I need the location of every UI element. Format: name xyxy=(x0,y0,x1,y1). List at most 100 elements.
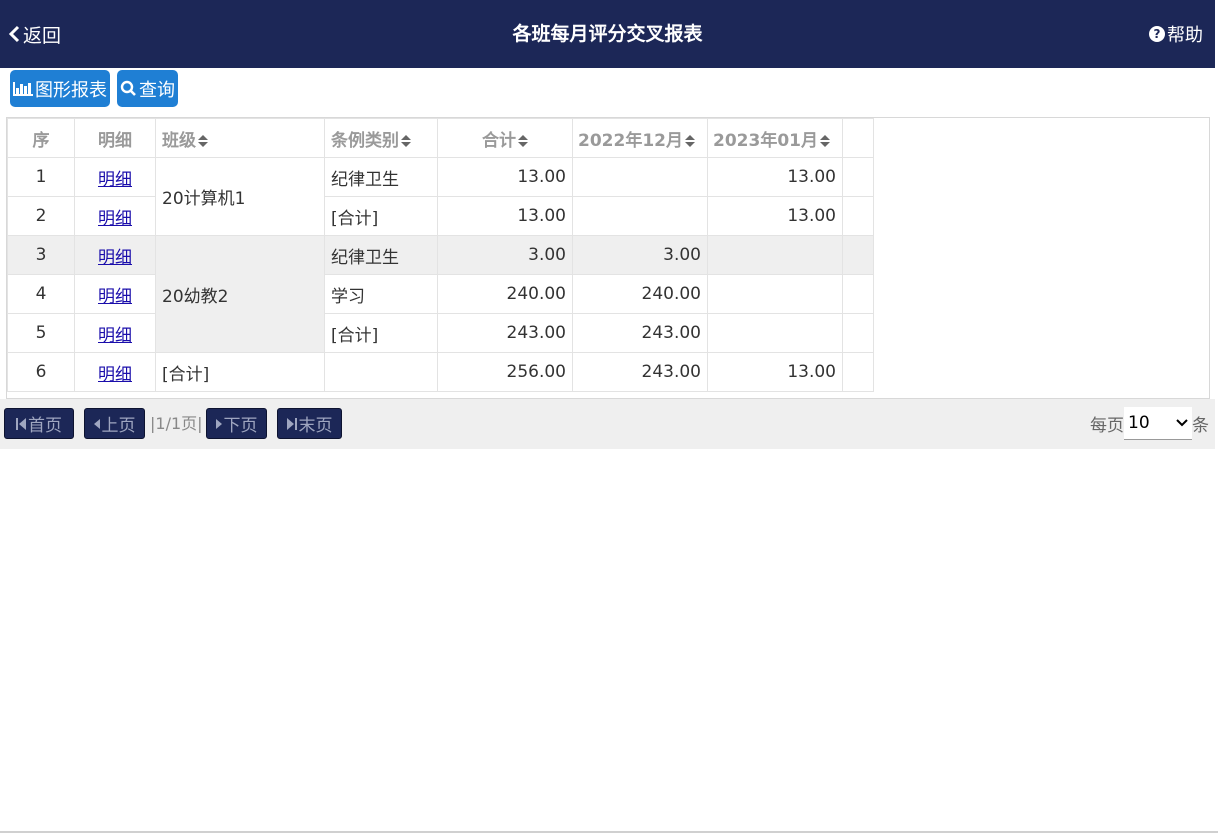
detail-link[interactable]: 明细 xyxy=(98,170,132,190)
cell-2023-01 xyxy=(707,235,843,275)
sort-icon xyxy=(684,134,695,147)
question-circle-icon: ? xyxy=(1149,26,1165,42)
cell-2023-01: 13.00 xyxy=(707,196,843,236)
prev-page-label: 上页 xyxy=(101,416,136,436)
table-row-highlighted: 3 明细 20幼教2 纪律卫生 3.00 3.00 xyxy=(7,235,874,353)
bar-chart-icon xyxy=(13,81,33,96)
table-row-total: 6 明细 [合计] 256.00 243.00 13.00 xyxy=(7,352,874,392)
cell-2022-12 xyxy=(572,196,708,236)
cell-class: [合计] xyxy=(155,352,325,392)
column-header-2022-12[interactable]: 2022年12月 xyxy=(572,118,708,158)
cell-spacer xyxy=(842,352,874,392)
cell-total: 240.00 xyxy=(437,274,573,314)
cell-category: [合计] xyxy=(324,313,438,353)
per-page-suffix: 条 xyxy=(1192,416,1209,436)
column-header-2023-01[interactable]: 2023年01月 xyxy=(707,118,843,158)
cell-detail: 明细 xyxy=(74,196,156,236)
last-page-label: 末页 xyxy=(298,416,333,436)
next-page-button[interactable]: 下页 xyxy=(206,408,267,439)
caret-left-icon xyxy=(93,418,100,429)
top-bar: 返回 各班每月评分交叉报表 ? 帮助 xyxy=(0,0,1215,68)
sort-icon xyxy=(518,134,528,147)
column-header-detail: 明细 xyxy=(74,118,156,158)
cell-seq: 1 xyxy=(7,157,75,197)
cell-2023-01: 13.00 xyxy=(707,352,843,392)
column-header-spacer xyxy=(842,118,874,158)
report-table: 序 明细 班级 条例类别 合计 2022年12月 2023年01月 1 明细 2… xyxy=(7,118,874,392)
cell-spacer xyxy=(842,274,874,314)
cell-category: 纪律卫生 xyxy=(324,235,438,275)
cell-total: 256.00 xyxy=(437,352,573,392)
query-button[interactable]: 查询 xyxy=(117,70,178,107)
cell-detail: 明细 xyxy=(74,313,156,353)
detail-link[interactable]: 明细 xyxy=(98,248,132,268)
chart-report-label: 图形报表 xyxy=(35,79,107,101)
cell-category: [合计] xyxy=(324,196,438,236)
cell-detail: 明细 xyxy=(74,235,156,275)
cell-total: 243.00 xyxy=(437,313,573,353)
cell-2023-01: 13.00 xyxy=(707,157,843,197)
next-page-label: 下页 xyxy=(223,416,258,436)
cell-detail: 明细 xyxy=(74,274,156,314)
per-page-prefix: 每页 xyxy=(1090,416,1124,436)
caret-right-icon xyxy=(215,418,222,429)
cell-total: 13.00 xyxy=(437,196,573,236)
column-header-total[interactable]: 合计 xyxy=(437,118,573,158)
cell-seq: 5 xyxy=(7,313,75,353)
per-page-select[interactable]: 10 xyxy=(1124,407,1192,440)
cell-seq: 6 xyxy=(7,352,75,392)
cell-2022-12: 3.00 xyxy=(572,235,708,275)
sort-icon xyxy=(819,134,830,147)
cell-detail: 明细 xyxy=(74,352,156,392)
cell-2022-12: 243.00 xyxy=(572,313,708,353)
prev-page-button[interactable]: 上页 xyxy=(84,408,145,439)
cell-total: 13.00 xyxy=(437,157,573,197)
column-header-class[interactable]: 班级 xyxy=(155,118,325,158)
first-page-label: 首页 xyxy=(28,416,62,436)
cell-2022-12 xyxy=(572,157,708,197)
cell-2023-01 xyxy=(707,313,843,353)
help-label: 帮助 xyxy=(1167,25,1203,46)
first-page-button[interactable]: 首页 xyxy=(4,408,74,439)
cell-seq: 4 xyxy=(7,274,75,314)
table-row: 1 明细 20计算机1 纪律卫生 13.00 13.00 xyxy=(7,157,874,236)
table-row: 2 明细 [合计] 13.00 13.00 xyxy=(7,196,874,236)
last-page-button[interactable]: 末页 xyxy=(277,408,342,439)
search-icon xyxy=(120,80,136,96)
cell-detail: 明细 xyxy=(74,157,156,197)
per-page-value: 10 xyxy=(1128,413,1150,433)
cell-total: 3.00 xyxy=(437,235,573,275)
detail-link[interactable]: 明细 xyxy=(98,287,132,307)
detail-link[interactable]: 明细 xyxy=(98,326,132,346)
sort-icon xyxy=(401,134,411,147)
cell-spacer xyxy=(842,313,874,353)
table-header-row: 序 明细 班级 条例类别 合计 2022年12月 2023年01月 xyxy=(7,118,874,158)
cell-seq: 3 xyxy=(7,235,75,275)
cell-category xyxy=(324,352,438,392)
table-row: 5 明细 [合计] 243.00 243.00 xyxy=(7,313,874,353)
cell-category: 纪律卫生 xyxy=(324,157,438,197)
cell-class: 20幼教2 xyxy=(155,235,325,353)
cell-spacer xyxy=(842,196,874,236)
pagination-bar: 首页 上页 |1/1页| 下页 末页 每页 10 条 xyxy=(0,399,1215,449)
page-info: |1/1页| xyxy=(150,414,203,433)
cell-class: 20计算机1 xyxy=(155,157,325,236)
report-grid: 序 明细 班级 条例类别 合计 2022年12月 2023年01月 1 明细 2… xyxy=(6,117,1210,399)
help-button[interactable]: ? 帮助 xyxy=(1149,20,1203,48)
step-forward-icon xyxy=(286,417,297,430)
per-page-control: 每页 10 条 xyxy=(1090,407,1209,440)
detail-link[interactable]: 明细 xyxy=(98,209,132,229)
cell-2022-12: 240.00 xyxy=(572,274,708,314)
column-header-category[interactable]: 条例类别 xyxy=(324,118,438,158)
detail-link[interactable]: 明细 xyxy=(98,365,132,385)
chevron-down-icon xyxy=(1176,419,1188,427)
sort-icon xyxy=(198,134,208,147)
query-label: 查询 xyxy=(139,79,175,101)
chart-report-button[interactable]: 图形报表 xyxy=(10,70,110,107)
cell-category: 学习 xyxy=(324,274,438,314)
cell-spacer xyxy=(842,157,874,197)
table-row: 4 明细 学习 240.00 240.00 xyxy=(7,274,874,314)
cell-2022-12: 243.00 xyxy=(572,352,708,392)
cell-spacer xyxy=(842,235,874,275)
toolbar: 图形报表 查询 xyxy=(10,70,178,108)
